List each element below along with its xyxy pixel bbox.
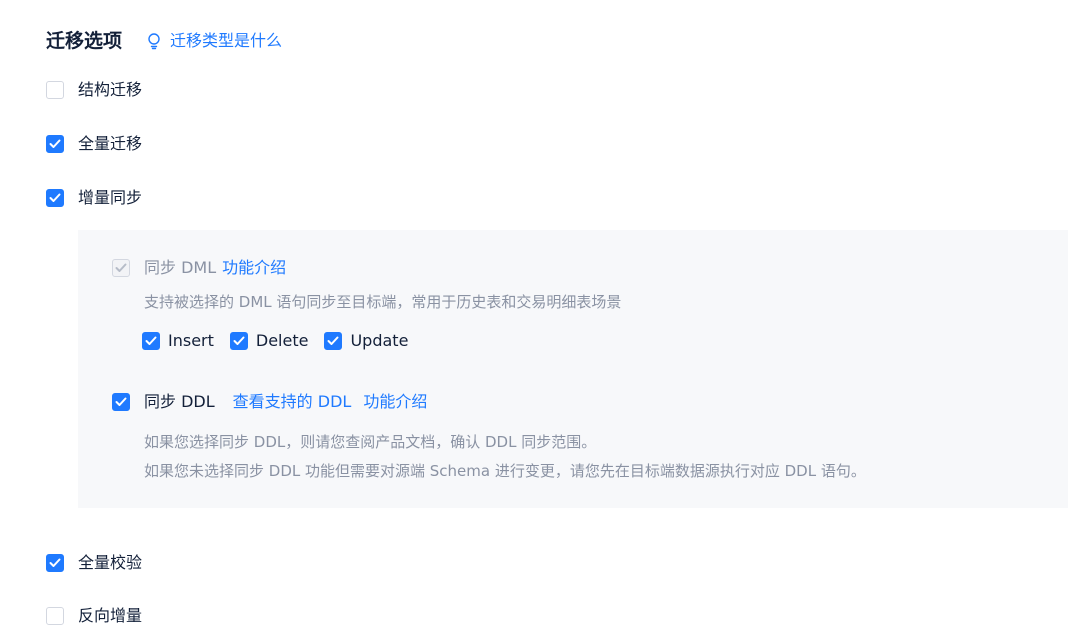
checkmark-icon bbox=[327, 336, 339, 345]
dml-op-update[interactable]: Update bbox=[324, 331, 408, 350]
sync-dml-checkbox-disabled bbox=[112, 259, 130, 277]
sync-ddl-checkbox[interactable] bbox=[112, 393, 130, 411]
option-structure-migration[interactable]: 结构迁移 bbox=[46, 78, 142, 102]
checkmark-icon bbox=[145, 336, 157, 345]
structure-migration-checkbox[interactable] bbox=[46, 81, 64, 99]
checkmark-icon bbox=[233, 336, 245, 345]
help-link-label[interactable]: 迁移类型是什么 bbox=[170, 28, 282, 54]
option-label: 全量校验 bbox=[78, 553, 143, 572]
dml-op-delete[interactable]: Delete bbox=[229, 331, 309, 350]
checkmark-icon bbox=[115, 263, 127, 272]
delete-label: Delete bbox=[255, 331, 309, 350]
insert-checkbox[interactable] bbox=[142, 331, 160, 350]
update-label: Update bbox=[350, 331, 409, 350]
option-label: 反向增量 bbox=[78, 606, 143, 625]
dml-intro-link[interactable]: 功能介绍 bbox=[222, 256, 286, 280]
option-label: 全量迁移 bbox=[78, 134, 143, 153]
incremental-sync-panel: 同步 DML 功能介绍 支持被选择的 DML 语句同步至目标端，常用于历史表和交… bbox=[78, 230, 1068, 508]
sync-dml-label: 同步 DML bbox=[144, 258, 217, 277]
incremental-sync-checkbox[interactable] bbox=[46, 189, 64, 207]
dml-op-insert[interactable]: Insert bbox=[142, 331, 214, 350]
update-checkbox[interactable] bbox=[324, 331, 343, 350]
option-label: 增量同步 bbox=[78, 188, 143, 207]
full-migration-checkbox[interactable] bbox=[46, 135, 64, 153]
insert-label: Insert bbox=[168, 331, 214, 350]
reverse-incremental-checkbox[interactable] bbox=[46, 607, 64, 625]
option-full-verification[interactable]: 全量校验 bbox=[46, 551, 142, 575]
checkmark-icon bbox=[115, 397, 127, 406]
ddl-intro-link[interactable]: 功能介绍 bbox=[363, 390, 427, 414]
sync-ddl-option[interactable]: 同步 DDL 查看支持的 DDL 功能介绍 bbox=[112, 390, 427, 414]
option-reverse-incremental[interactable]: 反向增量 bbox=[46, 604, 142, 628]
full-verification-checkbox[interactable] bbox=[46, 554, 64, 572]
dml-description: 支持被选择的 DML 语句同步至目标端，常用于历史表和交易明细表场景 bbox=[144, 293, 622, 311]
sync-ddl-label: 同步 DDL bbox=[144, 392, 215, 411]
lightbulb-icon bbox=[148, 33, 160, 50]
option-incremental-sync[interactable]: 增量同步 bbox=[46, 186, 142, 210]
option-label: 结构迁移 bbox=[78, 80, 143, 99]
view-supported-ddl-link[interactable]: 查看支持的 DDL bbox=[233, 390, 352, 414]
dml-ops-group: Insert Delete Update bbox=[142, 331, 424, 350]
ddl-note-1: 如果您选择同步 DDL，则请您查阅产品文档，确认 DDL 同步范围。 bbox=[144, 433, 597, 451]
checkmark-icon bbox=[49, 139, 61, 148]
migration-type-help-link[interactable]: 迁移类型是什么 bbox=[146, 28, 282, 54]
checkmark-icon bbox=[49, 193, 61, 202]
ddl-note-2: 如果您未选择同步 DDL 功能但需要对源端 Schema 进行变更，请您先在目标… bbox=[144, 462, 866, 480]
checkmark-icon bbox=[49, 558, 61, 567]
option-full-migration[interactable]: 全量迁移 bbox=[46, 132, 142, 156]
sync-dml-option: 同步 DML 功能介绍 bbox=[112, 256, 286, 280]
delete-checkbox[interactable] bbox=[229, 331, 248, 350]
section-title: 迁移选项 bbox=[46, 30, 123, 52]
